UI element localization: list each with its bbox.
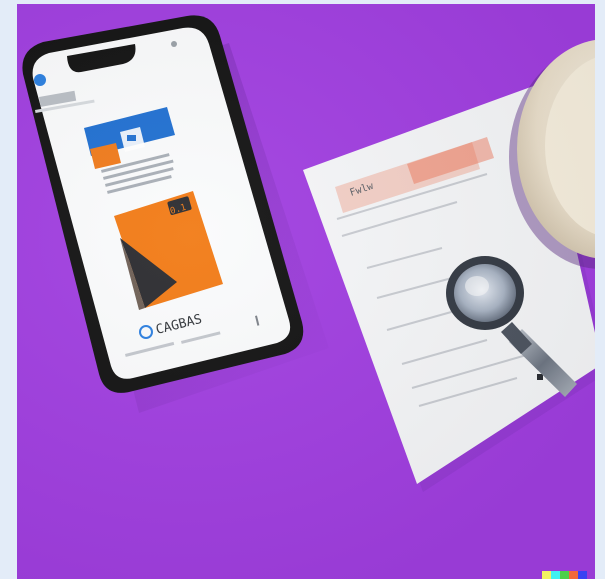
camera-icon bbox=[34, 74, 46, 86]
scene-illustration: 0.1 CAGBAS Fwlw bbox=[22, 15, 595, 492]
document-dot bbox=[537, 374, 543, 380]
photo-canvas: 0.1 CAGBAS Fwlw bbox=[17, 4, 595, 579]
watermark-color-strip bbox=[542, 571, 587, 579]
smartphone: 0.1 CAGBAS bbox=[22, 15, 304, 393]
